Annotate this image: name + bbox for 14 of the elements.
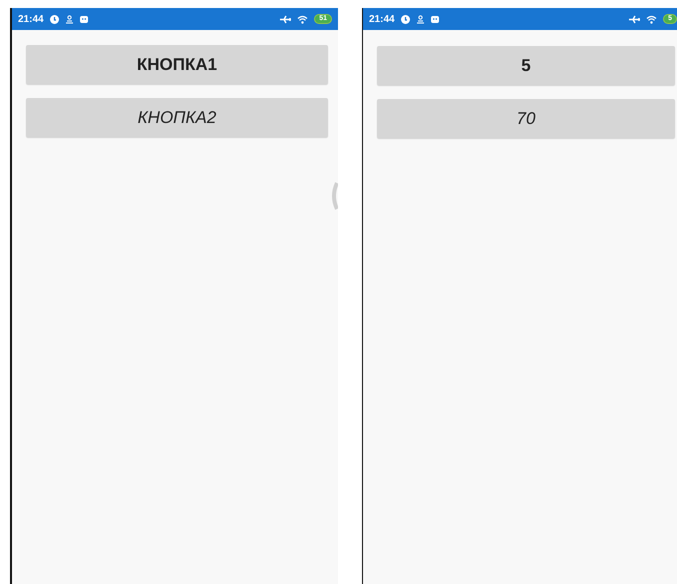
status-time: 21:44 xyxy=(368,14,395,24)
app-button[interactable]: КНОПКА1 xyxy=(26,45,328,84)
person-icon xyxy=(64,14,74,24)
airplane-icon xyxy=(629,14,640,24)
app-button[interactable]: 70 xyxy=(376,99,675,138)
status-time: 21:44 xyxy=(18,14,44,24)
app-button[interactable]: 5 xyxy=(376,46,675,85)
android-icon xyxy=(80,15,88,23)
wifi-icon xyxy=(297,14,308,24)
app-button[interactable]: КНОПКА2 xyxy=(26,98,328,137)
airplane-icon xyxy=(280,14,292,24)
wifi-icon xyxy=(646,14,658,24)
person-icon xyxy=(416,14,425,24)
android-icon xyxy=(430,15,439,23)
